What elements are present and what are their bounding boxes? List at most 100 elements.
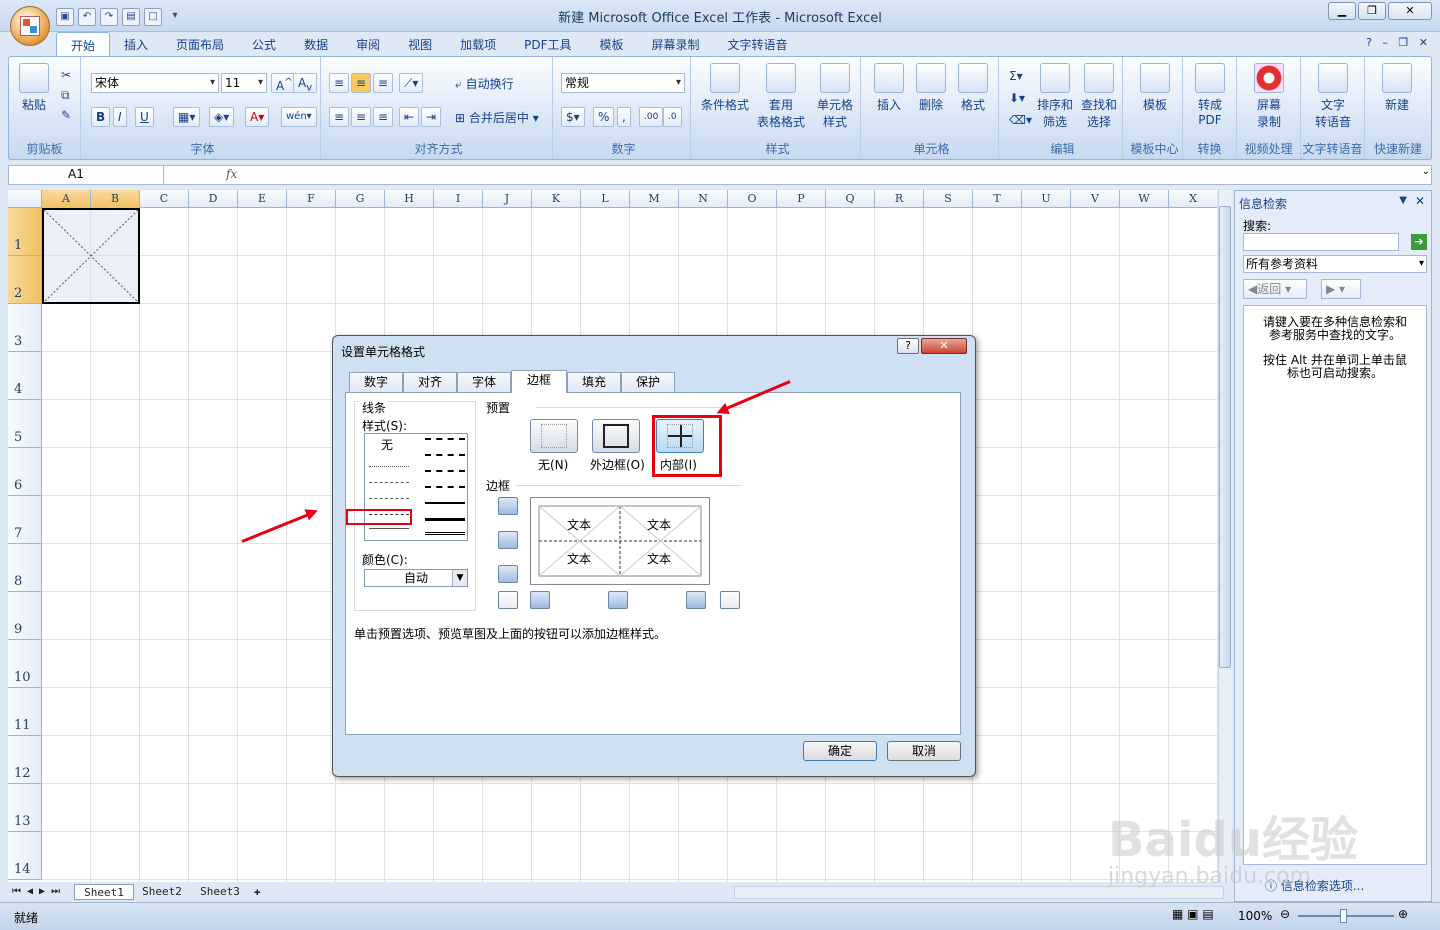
sheet-tab-1[interactable]: Sheet1 bbox=[74, 884, 134, 900]
format-painter-icon[interactable]: ✎ bbox=[61, 105, 71, 125]
column-header[interactable]: E bbox=[238, 190, 287, 208]
fill-color-button[interactable]: ◈▾ bbox=[209, 107, 235, 127]
selected-range-a1-b2[interactable] bbox=[42, 208, 140, 304]
dialog-tab-font[interactable]: 字体 bbox=[457, 372, 511, 392]
back-button[interactable]: ◀返回 ▾ bbox=[1243, 279, 1307, 299]
line-style-thin[interactable] bbox=[369, 528, 409, 529]
align-center-button[interactable]: ≡ bbox=[351, 107, 372, 127]
tab-pdf-tools[interactable]: PDF工具 bbox=[510, 32, 585, 56]
cell-styles-button[interactable]: 单元格 样式 bbox=[811, 63, 859, 130]
orientation-button[interactable]: ⟋▾ bbox=[399, 73, 424, 93]
row-header[interactable]: 9 bbox=[8, 592, 42, 640]
accounting-format-button[interactable]: $▾ bbox=[561, 107, 585, 127]
line-style-medium-dashed[interactable] bbox=[425, 486, 465, 488]
row-header[interactable]: 12 bbox=[8, 736, 42, 784]
tab-insert[interactable]: 插入 bbox=[110, 32, 162, 56]
zoom-in-icon[interactable]: ⊕ bbox=[1398, 907, 1408, 921]
line-style-dash-dot-dot[interactable] bbox=[369, 482, 409, 483]
align-left-button[interactable]: ≡ bbox=[329, 107, 350, 127]
column-header[interactable]: F bbox=[287, 190, 336, 208]
percent-button[interactable]: % bbox=[593, 107, 615, 127]
line-style-none[interactable]: 无 bbox=[381, 436, 393, 453]
dialog-tab-protection[interactable]: 保护 bbox=[621, 372, 675, 392]
tab-view[interactable]: 视图 bbox=[394, 32, 446, 56]
decrease-decimal-button[interactable]: .0 bbox=[663, 107, 682, 127]
border-top-button[interactable] bbox=[498, 497, 518, 515]
clear-icon[interactable]: ⌫▾ bbox=[1009, 109, 1032, 131]
column-header[interactable]: J bbox=[483, 190, 532, 208]
column-header[interactable]: B bbox=[91, 190, 140, 208]
expand-formula-icon[interactable]: ⌄ bbox=[1422, 166, 1430, 177]
border-left-button[interactable] bbox=[530, 591, 550, 609]
tab-review[interactable]: 审阅 bbox=[342, 32, 394, 56]
insert-sheet-icon[interactable]: ✚ bbox=[254, 884, 261, 900]
autosum-icon[interactable]: Σ▾ bbox=[1009, 65, 1032, 87]
tab-data[interactable]: 数据 bbox=[290, 32, 342, 56]
row-header[interactable]: 14 bbox=[8, 832, 42, 880]
sort-filter-button[interactable]: 排序和 筛选 bbox=[1033, 63, 1077, 130]
font-color-button[interactable]: A▾ bbox=[245, 107, 270, 127]
column-header[interactable]: D bbox=[189, 190, 238, 208]
merge-center-button[interactable]: ⊞ 合并后居中 ▾ bbox=[455, 109, 539, 126]
line-style-dotted[interactable] bbox=[369, 466, 409, 467]
row-header[interactable]: 11 bbox=[8, 688, 42, 736]
row-header[interactable]: 6 bbox=[8, 448, 42, 496]
row-header[interactable]: 5 bbox=[8, 400, 42, 448]
zoom-level[interactable]: 100% bbox=[1238, 909, 1272, 923]
italic-button[interactable]: I bbox=[113, 107, 127, 127]
comma-button[interactable]: , bbox=[617, 107, 631, 127]
decrease-indent-button[interactable]: ⇤ bbox=[399, 107, 420, 127]
insert-cells-button[interactable]: 插入 bbox=[869, 63, 909, 113]
tab-page-layout[interactable]: 页面布局 bbox=[162, 32, 238, 56]
dialog-close-button[interactable]: ✕ bbox=[921, 338, 967, 354]
underline-button[interactable]: U bbox=[135, 107, 154, 127]
row-header[interactable]: 4 bbox=[8, 352, 42, 400]
column-header[interactable]: W bbox=[1120, 190, 1169, 208]
column-header[interactable]: K bbox=[532, 190, 581, 208]
row-header[interactable]: 1 bbox=[8, 208, 42, 256]
column-header[interactable]: A bbox=[42, 190, 91, 208]
select-all-corner[interactable] bbox=[8, 190, 42, 208]
column-header[interactable]: U bbox=[1022, 190, 1071, 208]
page-layout-view-icon[interactable]: ▣ bbox=[1187, 907, 1198, 921]
row-header[interactable]: 8 bbox=[8, 544, 42, 592]
line-style-medium[interactable] bbox=[425, 502, 465, 504]
phonetic-button[interactable]: wén▾ bbox=[281, 107, 317, 127]
search-go-icon[interactable]: ➔ bbox=[1411, 234, 1427, 250]
text-to-speech-button[interactable]: 文字 转语音 bbox=[1309, 63, 1357, 130]
sheet-tab-3[interactable]: Sheet3 bbox=[192, 884, 248, 900]
close-button[interactable]: ✕ bbox=[1388, 2, 1432, 20]
column-header[interactable]: P bbox=[777, 190, 826, 208]
align-right-button[interactable]: ≡ bbox=[373, 107, 394, 127]
insert-function-icon[interactable]: fx bbox=[226, 167, 237, 181]
row-header[interactable]: 3 bbox=[8, 304, 42, 352]
search-input[interactable] bbox=[1243, 233, 1399, 251]
row-header[interactable]: 10 bbox=[8, 640, 42, 688]
maximize-button[interactable]: ❐ bbox=[1358, 2, 1386, 20]
column-header[interactable]: O bbox=[728, 190, 777, 208]
row-header[interactable]: 2 bbox=[8, 256, 42, 304]
tab-formulas[interactable]: 公式 bbox=[238, 32, 290, 56]
preset-none-button[interactable] bbox=[530, 419, 578, 453]
column-header[interactable]: G bbox=[336, 190, 385, 208]
color-select[interactable]: 自动 ▼ bbox=[364, 569, 468, 587]
align-bottom-button[interactable]: ≡ bbox=[373, 73, 394, 93]
cut-icon[interactable]: ✂ bbox=[61, 65, 71, 85]
column-header[interactable]: V bbox=[1071, 190, 1120, 208]
column-header[interactable]: H bbox=[385, 190, 434, 208]
column-header[interactable]: C bbox=[140, 190, 189, 208]
bold-button[interactable]: B bbox=[91, 107, 111, 127]
column-header[interactable]: N bbox=[679, 190, 728, 208]
normal-view-icon[interactable]: ▦ bbox=[1172, 907, 1183, 921]
restore-window-icon[interactable]: ❐ bbox=[1398, 36, 1408, 49]
font-size-select[interactable]: 11 bbox=[221, 73, 267, 93]
ok-button[interactable]: 确定 bbox=[803, 741, 877, 761]
line-style-dash-dot[interactable] bbox=[369, 498, 409, 499]
template-button[interactable]: 模板 bbox=[1131, 63, 1179, 113]
screen-record-button[interactable]: 屏幕 录制 bbox=[1245, 63, 1293, 130]
align-top-button[interactable]: ≡ bbox=[329, 73, 350, 93]
paste-button[interactable]: 粘贴 bbox=[15, 63, 53, 113]
line-style-double[interactable] bbox=[425, 532, 465, 535]
copy-icon[interactable]: ⧉ bbox=[61, 85, 71, 105]
tab-screen-record[interactable]: 屏幕录制 bbox=[638, 32, 714, 56]
